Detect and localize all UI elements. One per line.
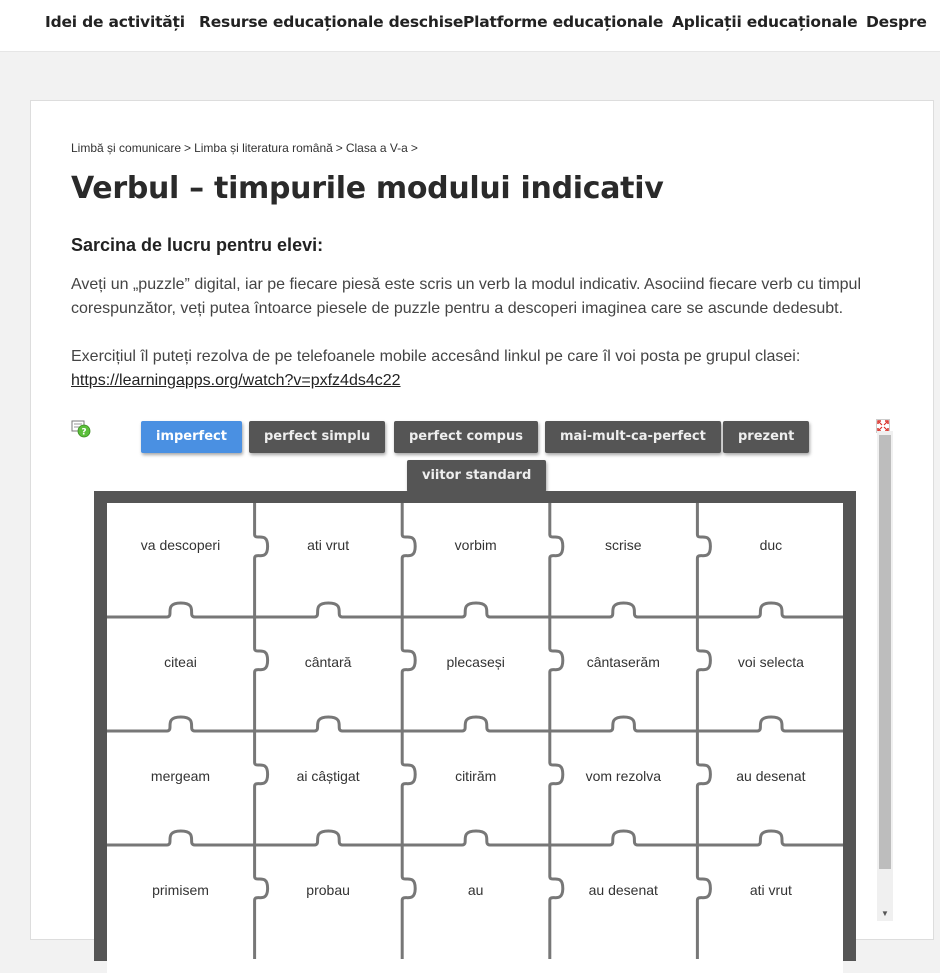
nav-item-open-resources[interactable]: Resurse educaționale deschise xyxy=(199,13,463,31)
puzzle-piece[interactable]: au desenat xyxy=(697,731,844,845)
task-description: Aveți un „puzzle” digital, iar pe fiecar… xyxy=(71,276,862,317)
scrollbar-thumb[interactable] xyxy=(879,435,891,869)
category-button-prezent[interactable]: prezent xyxy=(723,421,810,453)
puzzle-piece[interactable]: ati vrut xyxy=(697,845,844,959)
task-heading: Sarcina de lucru pentru elevi: xyxy=(71,235,324,255)
puzzle-piece[interactable]: vom rezolva xyxy=(550,731,697,845)
breadcrumb-item-language[interactable]: Limbă și comunicare xyxy=(71,141,181,155)
category-button-imperfect[interactable]: imperfect xyxy=(141,421,242,453)
breadcrumb-item-class[interactable]: Clasa a V-a xyxy=(346,141,408,155)
puzzle-piece[interactable]: mergeam xyxy=(107,731,254,845)
scroll-down-icon[interactable]: ▼ xyxy=(877,907,893,921)
svg-text:?: ? xyxy=(81,428,86,438)
puzzle-piece-label: scrise xyxy=(605,537,642,553)
breadcrumb-separator: > xyxy=(335,141,343,155)
nav-item-platforms[interactable]: Platforme educaționale xyxy=(463,13,663,31)
puzzle-piece[interactable]: va descoperi xyxy=(107,503,254,617)
category-button-perfect-simplu[interactable]: perfect simplu xyxy=(249,421,386,453)
puzzle-piece[interactable]: primisem xyxy=(107,845,254,959)
mobile-instructions-text: Exercițiul îl puteți rezolva de pe telef… xyxy=(71,348,801,365)
puzzle-piece[interactable]: cântaserăm xyxy=(550,617,697,731)
puzzle-piece-label: vorbim xyxy=(454,537,497,553)
puzzle-piece[interactable]: citirăm xyxy=(402,731,549,845)
puzzle-piece[interactable]: au xyxy=(402,845,549,959)
puzzle-piece-label: ai câștigat xyxy=(296,768,360,784)
puzzle-piece[interactable]: citeai xyxy=(107,617,254,731)
puzzle-piece-label: primisem xyxy=(152,882,209,898)
puzzle-piece[interactable]: plecaseși xyxy=(402,617,549,731)
vertical-scrollbar[interactable]: ▼ xyxy=(877,431,893,921)
puzzle-piece-label: vom rezolva xyxy=(585,768,662,784)
category-button-viitor-standard[interactable]: viitor standard xyxy=(407,460,547,492)
help-question-icon[interactable]: ? xyxy=(71,419,91,439)
nav-item-activity-ideas[interactable]: Idei de activități xyxy=(45,13,185,31)
puzzle-piece-label: au desenat xyxy=(588,882,658,898)
puzzle-piece[interactable]: scrise xyxy=(550,503,697,617)
puzzle-piece[interactable]: voi selecta xyxy=(697,617,844,731)
puzzle-piece-label: probau xyxy=(306,882,350,898)
article-card: Limbă și comunicare > Limba și literatura … xyxy=(30,100,934,973)
mobile-instructions: Exercițiul îl puteți rezolva de pe telef… xyxy=(71,345,891,393)
puzzle-piece[interactable]: au desenat xyxy=(550,845,697,959)
puzzle-frame: va descoperi ati vrut vorbim scrise duc citea… xyxy=(94,491,856,973)
category-button-mai-mult-ca-perfect[interactable]: mai-mult-ca-perfect xyxy=(545,421,721,453)
puzzle-piece-label: au xyxy=(467,882,484,898)
puzzle-piece-label: cântară xyxy=(304,654,352,670)
page-title: Verbul – timpurile modului indicativ xyxy=(71,171,664,206)
nav-item-about[interactable]: Despre xyxy=(866,13,927,31)
breadcrumb-item-romanian[interactable]: Limba și literatura română xyxy=(194,141,333,155)
puzzle-piece-label: citeai xyxy=(164,654,197,670)
breadcrumb-separator: > xyxy=(410,141,418,155)
puzzle-piece[interactable]: cântară xyxy=(255,617,402,731)
learningapps-link[interactable]: https://learningapps.org/watch?v=pxfz4ds… xyxy=(71,372,401,389)
puzzle-piece-label: mergeam xyxy=(150,768,211,784)
puzzle-piece-label: citirăm xyxy=(455,768,497,784)
puzzle-piece[interactable]: probau xyxy=(255,845,402,959)
learningapps-puzzle: ? ▼ imperfect perfect simplu perfect com… xyxy=(71,419,893,973)
puzzle-piece[interactable]: duc xyxy=(697,503,844,617)
top-navigation: Idei de activități Resurse educaționale … xyxy=(0,0,940,52)
puzzle-piece-label: voi selecta xyxy=(737,654,804,670)
puzzle-piece-label: cântaserăm xyxy=(586,654,660,670)
breadcrumb: Limbă și comunicare > Limba și literatura … xyxy=(71,141,421,155)
puzzle-piece[interactable]: ati vrut xyxy=(255,503,402,617)
puzzle-piece-label: plecaseși xyxy=(446,654,505,670)
category-button-perfect-compus[interactable]: perfect compus xyxy=(394,421,538,453)
puzzle-piece[interactable]: vorbim xyxy=(402,503,549,617)
puzzle-piece[interactable]: ai câștigat xyxy=(255,731,402,845)
breadcrumb-separator: > xyxy=(184,141,192,155)
puzzle-piece-label: va descoperi xyxy=(140,537,221,553)
puzzle-board: va descoperi ati vrut vorbim scrise duc citea… xyxy=(107,503,843,973)
puzzle-piece-label: ati vrut xyxy=(307,537,350,553)
puzzle-piece-label: ati vrut xyxy=(749,882,792,898)
puzzle-piece-label: duc xyxy=(759,537,783,553)
puzzle-piece-label: au desenat xyxy=(736,768,806,784)
nav-item-apps[interactable]: Aplicații educaționale xyxy=(672,13,858,31)
